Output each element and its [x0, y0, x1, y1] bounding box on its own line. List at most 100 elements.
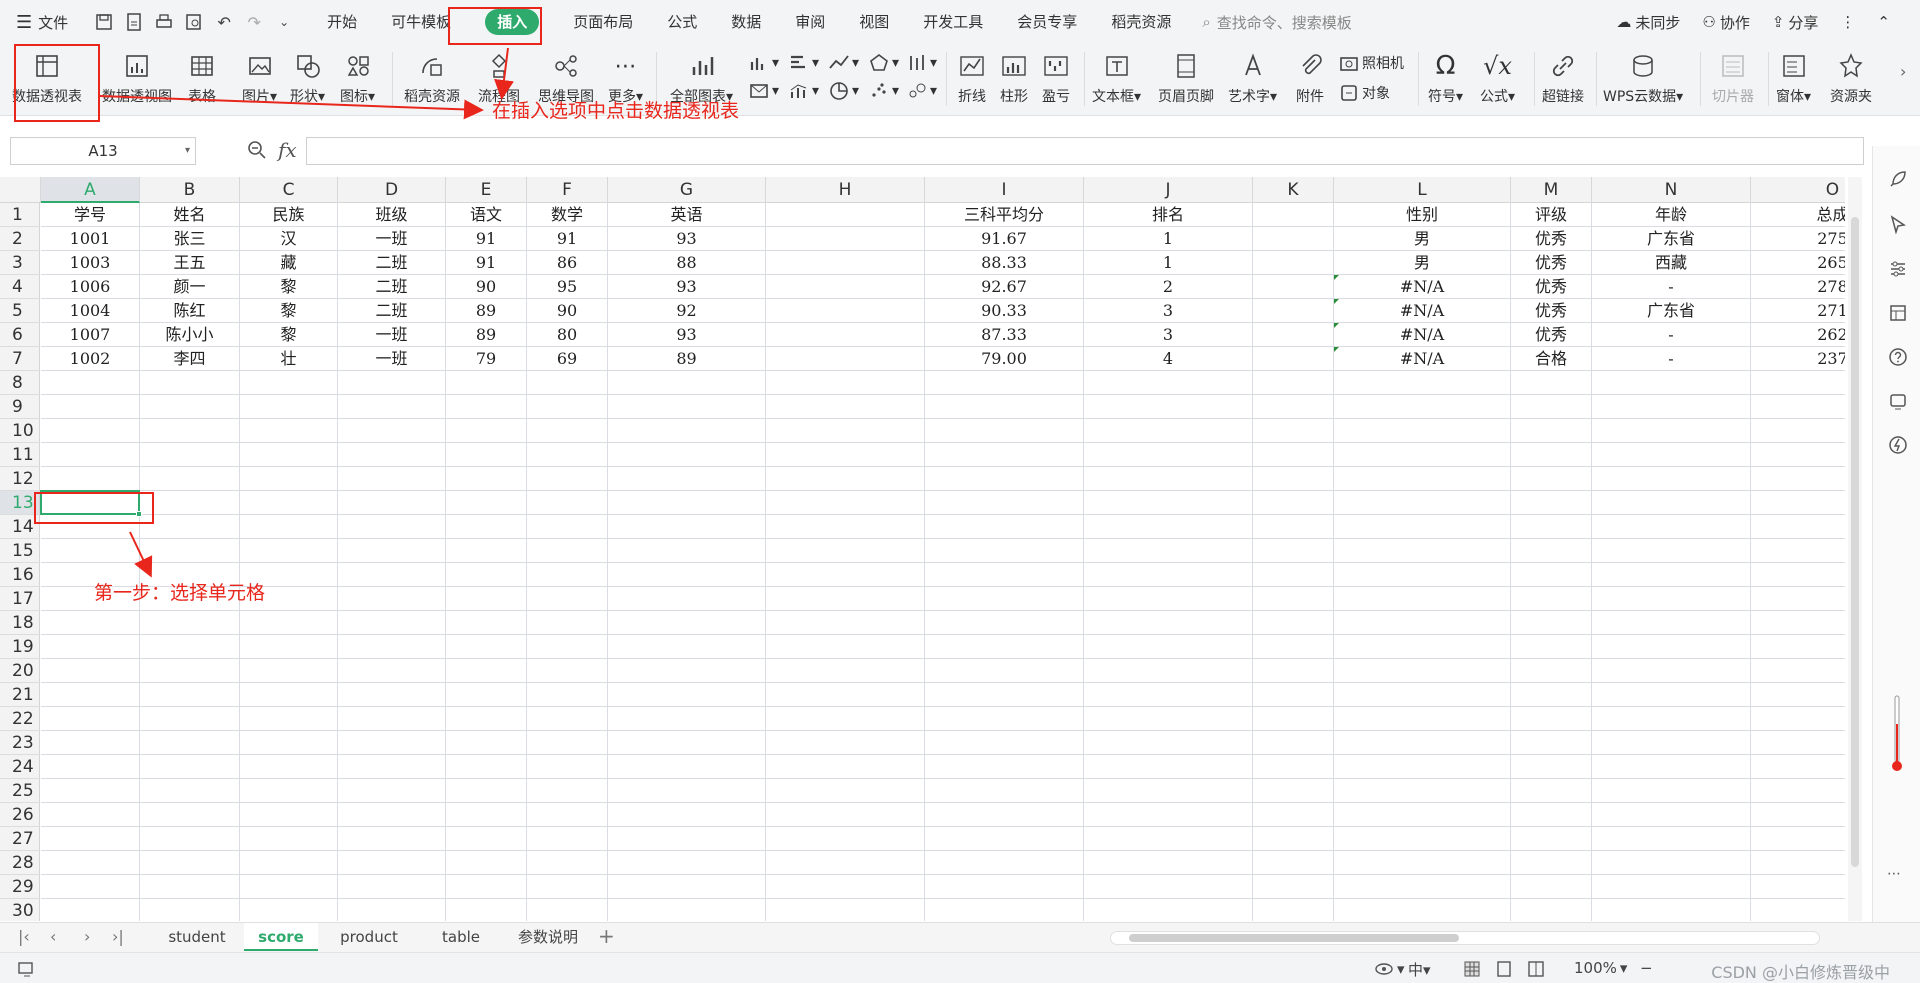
row-header-29[interactable]: 29: [0, 875, 40, 899]
redo-icon[interactable]: ↷: [244, 12, 264, 32]
function-icon[interactable]: fx: [278, 138, 297, 162]
cell-m7[interactable]: 合格: [1511, 347, 1591, 371]
tab-formulas[interactable]: 公式: [650, 0, 714, 44]
cell-a2[interactable]: 1001: [41, 227, 139, 251]
cell-g2[interactable]: 93: [608, 227, 765, 251]
row-header-28[interactable]: 28: [0, 851, 40, 875]
normal-view-icon[interactable]: [1462, 959, 1482, 979]
last-sheet-icon[interactable]: ›|: [112, 927, 124, 946]
table-button[interactable]: 表格: [186, 50, 218, 106]
tab-page-layout[interactable]: 页面布局: [556, 0, 650, 44]
cell-c4[interactable]: 黎: [240, 275, 337, 299]
page-break-view-icon[interactable]: [1526, 959, 1546, 979]
cell-i7[interactable]: 79.00: [925, 347, 1083, 371]
cell-o4[interactable]: 278: [1751, 275, 1845, 299]
column-header-d[interactable]: D: [338, 177, 446, 203]
cell-m3[interactable]: 优秀: [1511, 251, 1591, 275]
cursor-icon[interactable]: [1887, 214, 1909, 236]
hyperlink-button[interactable]: 超链接: [1542, 50, 1584, 106]
row-header-8[interactable]: 8: [0, 371, 40, 395]
select-all-corner[interactable]: [0, 177, 41, 203]
ribbon-scroll-right-icon[interactable]: ›: [1900, 62, 1906, 81]
symbol-button[interactable]: Ω 符号▾: [1428, 50, 1463, 106]
cell-l6[interactable]: #N/A: [1334, 323, 1510, 347]
scrollbar-thumb[interactable]: [1851, 217, 1859, 867]
cell-e3[interactable]: 91: [446, 251, 526, 275]
more-options-icon[interactable]: ⋯: [1887, 866, 1909, 888]
cell-n3[interactable]: 西藏: [1592, 251, 1750, 275]
cell-e1[interactable]: 语文: [446, 203, 526, 227]
row-header-6[interactable]: 6: [0, 323, 40, 347]
cell-i3[interactable]: 88.33: [925, 251, 1083, 275]
cell-j2[interactable]: 1: [1084, 227, 1252, 251]
row-header-20[interactable]: 20: [0, 659, 40, 683]
cell-m1[interactable]: 评级: [1511, 203, 1591, 227]
row-header-10[interactable]: 10: [0, 419, 40, 443]
column-header-i[interactable]: I: [925, 177, 1084, 203]
resources-button[interactable]: 资源夹: [1830, 50, 1872, 106]
wps-cloud-data-button[interactable]: WPS云数据▾: [1603, 50, 1683, 106]
row-header-3[interactable]: 3: [0, 251, 40, 275]
column-header-j[interactable]: J: [1084, 177, 1253, 203]
error-indicator-icon[interactable]: [1334, 347, 1339, 352]
column-chart-dropdown[interactable]: ▾: [748, 52, 779, 74]
column-header-l[interactable]: L: [1334, 177, 1511, 203]
cell-j5[interactable]: 3: [1084, 299, 1252, 323]
cell-b3[interactable]: 王五: [140, 251, 239, 275]
column-header-g[interactable]: G: [608, 177, 766, 203]
cell-a5[interactable]: 1004: [41, 299, 139, 323]
cell-g6[interactable]: 93: [608, 323, 765, 347]
cell-g1[interactable]: 英语: [608, 203, 765, 227]
cell-o1[interactable]: 总成: [1751, 203, 1845, 227]
cell-l7[interactable]: #N/A: [1334, 347, 1510, 371]
row-header-30[interactable]: 30: [0, 899, 40, 921]
object-button[interactable]: 对象: [1338, 82, 1390, 104]
line-chart-dropdown[interactable]: ▾: [828, 52, 859, 74]
cell-n1[interactable]: 年龄: [1592, 203, 1750, 227]
tab-developer[interactable]: 开发工具: [906, 0, 1000, 44]
cell-b2[interactable]: 张三: [140, 227, 239, 251]
cell-d3[interactable]: 二班: [338, 251, 445, 275]
header-footer-button[interactable]: 页眉页脚: [1158, 50, 1214, 106]
row-header-11[interactable]: 11: [0, 443, 40, 467]
cell-c2[interactable]: 汉: [240, 227, 337, 251]
row-header-15[interactable]: 15: [0, 539, 40, 563]
row-header-18[interactable]: 18: [0, 611, 40, 635]
row-header-23[interactable]: 23: [0, 731, 40, 755]
cell-o2[interactable]: 275: [1751, 227, 1845, 251]
more-options-icon[interactable]: ⋮: [1840, 13, 1855, 31]
cell-o6[interactable]: 262: [1751, 323, 1845, 347]
chevron-down-icon[interactable]: ⌄: [274, 12, 294, 32]
cell-i6[interactable]: 87.33: [925, 323, 1083, 347]
shape-button[interactable]: 形状▾: [290, 50, 325, 106]
collapse-icon[interactable]: ⌃: [1877, 13, 1890, 31]
cell-n7[interactable]: -: [1592, 347, 1750, 371]
icon-library-button[interactable]: 图标▾: [340, 50, 375, 106]
zoom-level[interactable]: 100% ▾: [1574, 959, 1627, 977]
attachment-button[interactable]: 附件: [1294, 50, 1326, 106]
cell-m6[interactable]: 优秀: [1511, 323, 1591, 347]
tab-member[interactable]: 会员专享: [1000, 0, 1094, 44]
export-pdf-icon[interactable]: [124, 12, 144, 32]
sheet-tab-2[interactable]: product: [318, 923, 420, 951]
add-sheet-icon[interactable]: +: [598, 924, 615, 948]
cell-i4[interactable]: 92.67: [925, 275, 1083, 299]
next-sheet-icon[interactable]: ›: [84, 927, 90, 946]
column-header-a[interactable]: A: [41, 177, 140, 203]
cell-c6[interactable]: 黎: [240, 323, 337, 347]
cell-l5[interactable]: #N/A: [1334, 299, 1510, 323]
cell-c7[interactable]: 壮: [240, 347, 337, 371]
sparkline-line-button[interactable]: 折线: [956, 50, 988, 106]
column-header-k[interactable]: K: [1253, 177, 1334, 203]
cell-a4[interactable]: 1006: [41, 275, 139, 299]
column-header-f[interactable]: F: [527, 177, 608, 203]
layout-icon[interactable]: [1887, 302, 1909, 324]
row-header-22[interactable]: 22: [0, 707, 40, 731]
row-header-12[interactable]: 12: [0, 467, 40, 491]
zoom-icon[interactable]: [246, 139, 268, 161]
cell-j1[interactable]: 排名: [1084, 203, 1252, 227]
formula-input[interactable]: [306, 137, 1864, 165]
cell-i5[interactable]: 90.33: [925, 299, 1083, 323]
row-header-1[interactable]: 1: [0, 203, 40, 227]
first-sheet-icon[interactable]: |‹: [18, 927, 30, 946]
